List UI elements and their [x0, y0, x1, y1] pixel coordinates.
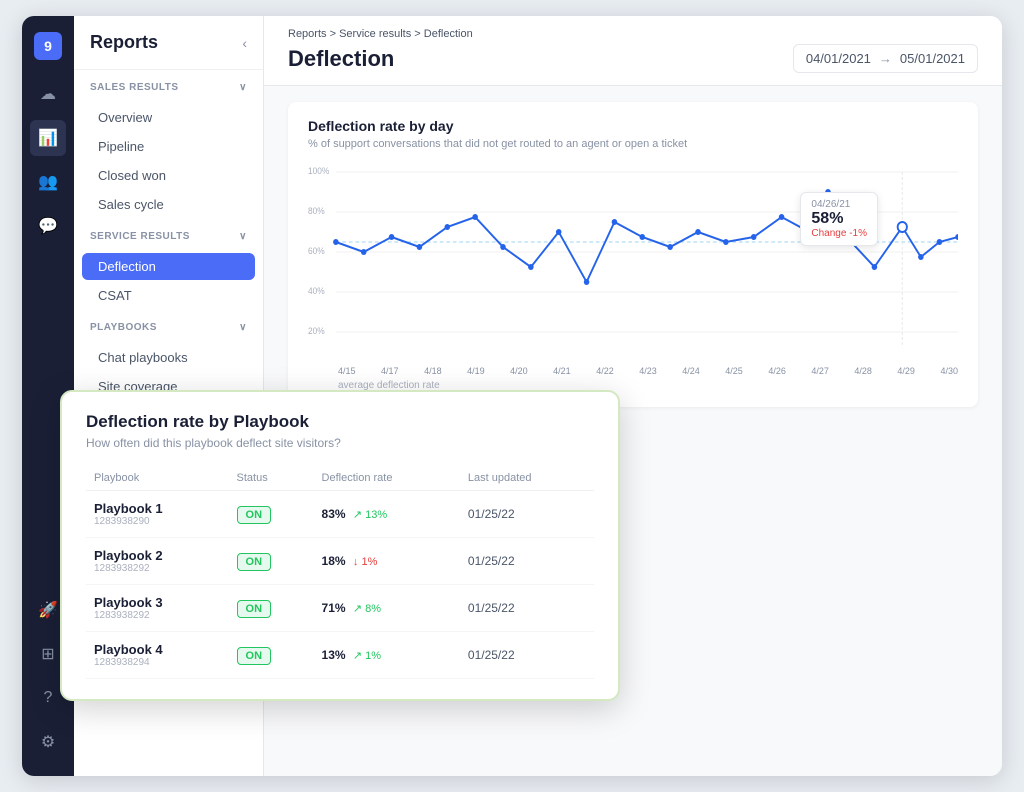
header-row: Deflection 04/01/2021 → 05/01/2021 — [288, 44, 978, 73]
sidebar-section-playbooks: PLAYBOOKS ∨ — [74, 310, 263, 343]
col-header-playbook: Playbook — [86, 466, 229, 491]
tooltip-value: 58% — [811, 210, 867, 228]
sidebar-item-sales-cycle[interactable]: Sales cycle — [82, 191, 255, 218]
sidebar-section-service: SERVICE RESULTS ∨ — [74, 219, 263, 252]
svg-text:60%: 60% — [308, 246, 325, 256]
playbook-row-2[interactable]: Playbook 2 1283938292 ON 18% ↓ 1% 01/25/… — [86, 538, 594, 585]
cell-deflection-2: 71% ↗ 8% — [314, 585, 460, 632]
col-header-deflection-rate: Deflection rate — [314, 466, 460, 491]
sidebar-collapse-button[interactable]: ‹ — [242, 35, 247, 51]
sidebar-section-title-sales: SALES RESULTS ∨ — [90, 82, 247, 93]
page-title: Deflection — [288, 46, 394, 72]
sidebar-item-csat[interactable]: CSAT — [82, 282, 255, 309]
rail-icon-settings[interactable]: ⚙ — [30, 724, 66, 760]
rail-icon-cloud[interactable]: ☁ — [30, 76, 66, 112]
date-arrow-icon: → — [879, 51, 892, 66]
svg-text:80%: 80% — [308, 206, 325, 216]
chart-title: Deflection rate by day — [308, 118, 958, 134]
cell-status-2: ON — [229, 585, 314, 632]
cell-deflection-1: 18% ↓ 1% — [314, 538, 460, 585]
playbook-row-3[interactable]: Playbook 3 1283938292 ON 71% ↗ 8% 01/25/… — [86, 585, 594, 632]
sidebar-section-title-service: SERVICE RESULTS ∨ — [90, 231, 247, 242]
svg-text:20%: 20% — [308, 326, 325, 336]
x-axis-labels: 4/15 4/17 4/18 4/19 4/20 4/21 4/22 4/23 … — [308, 362, 958, 376]
chart-tooltip: 04/26/21 58% Change -1% — [800, 192, 878, 246]
sidebar-item-overview[interactable]: Overview — [82, 104, 255, 131]
date-range-picker[interactable]: 04/01/2021 → 05/01/2021 — [793, 44, 978, 73]
cell-updated-3: 01/25/22 — [460, 632, 594, 679]
playbook-row-4[interactable]: Playbook 4 1283938294 ON 13% ↗ 1% 01/25/… — [86, 632, 594, 679]
playbook-table-subtitle: How often did this playbook deflect site… — [86, 436, 594, 450]
cell-deflection-3: 13% ↗ 1% — [314, 632, 460, 679]
date-to: 05/01/2021 — [900, 51, 965, 66]
sidebar-item-closed-won[interactable]: Closed won — [82, 162, 255, 189]
cell-deflection-0: 83% ↗ 13% — [314, 491, 460, 538]
playbook-row-1[interactable]: Playbook 1 1283938290 ON 83% ↗ 13% 01/25… — [86, 491, 594, 538]
sidebar-item-chat-playbooks[interactable]: Chat playbooks — [82, 344, 255, 371]
cell-name-2: Playbook 3 1283938292 — [86, 585, 229, 632]
chart-subtitle: % of support conversations that did not … — [308, 138, 958, 150]
col-header-last-updated: Last updated — [460, 466, 594, 491]
sidebar-item-pipeline[interactable]: Pipeline — [82, 133, 255, 160]
app-logo[interactable]: 9 — [34, 32, 62, 60]
sidebar-section-title-playbooks: PLAYBOOKS ∨ — [90, 322, 247, 333]
sidebar-header: Reports ‹ — [74, 16, 263, 70]
tooltip-date: 04/26/21 — [811, 199, 867, 210]
playbook-table-title: Deflection rate by Playbook — [86, 412, 594, 432]
sidebar-title: Reports — [90, 32, 158, 53]
rail-icon-people[interactable]: 👥 — [30, 164, 66, 200]
cell-status-3: ON — [229, 632, 314, 679]
svg-text:40%: 40% — [308, 286, 325, 296]
cell-name-1: Playbook 2 1283938292 — [86, 538, 229, 585]
date-from: 04/01/2021 — [806, 51, 871, 66]
cell-updated-2: 01/25/22 — [460, 585, 594, 632]
breadcrumb: Reports > Service results > Deflection — [288, 28, 978, 40]
tooltip-change: Change -1% — [811, 228, 867, 239]
cell-updated-0: 01/25/22 — [460, 491, 594, 538]
sidebar-item-deflection[interactable]: Deflection — [82, 253, 255, 280]
rail-icon-chart[interactable]: 📊 — [30, 120, 66, 156]
main-header: Reports > Service results > Deflection D… — [264, 16, 1002, 86]
cell-status-0: ON — [229, 491, 314, 538]
sidebar-section-sales: SALES RESULTS ∨ — [74, 70, 263, 103]
playbook-table: Playbook Status Deflection rate Last upd… — [86, 466, 594, 679]
svg-text:100%: 100% — [308, 166, 330, 176]
rail-icon-chat[interactable]: 💬 — [30, 208, 66, 244]
cell-name-0: Playbook 1 1283938290 — [86, 491, 229, 538]
playbook-table-card[interactable]: Deflection rate by Playbook How often di… — [60, 390, 620, 701]
col-header-status: Status — [229, 466, 314, 491]
cell-name-3: Playbook 4 1283938294 — [86, 632, 229, 679]
chart-container: 100% 80% 60% 40% 20% — [308, 162, 958, 362]
cell-updated-1: 01/25/22 — [460, 538, 594, 585]
cell-status-1: ON — [229, 538, 314, 585]
deflection-rate-chart-card: Deflection rate by day % of support conv… — [288, 102, 978, 407]
